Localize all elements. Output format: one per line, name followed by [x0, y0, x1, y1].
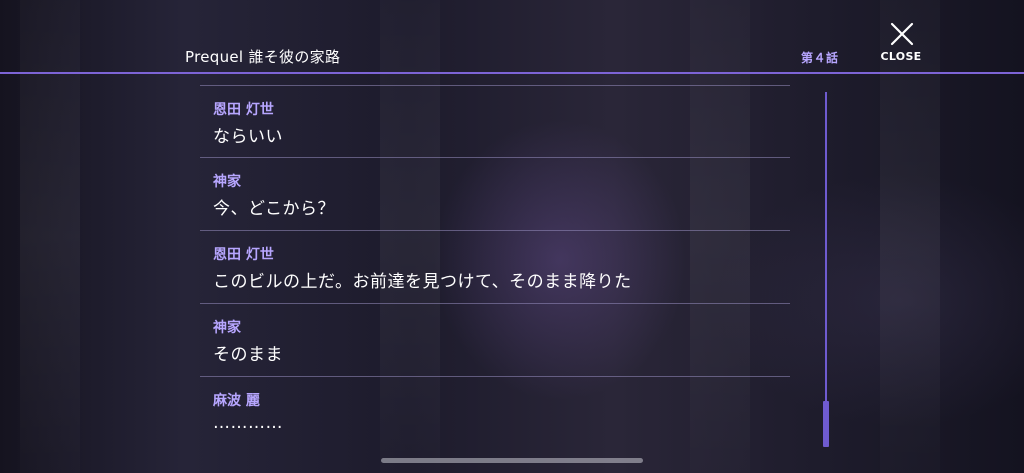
dialogue-text: 今、どこから？: [213, 199, 335, 219]
story-title: Prequel 誰そ彼の家路: [185, 48, 341, 66]
speaker-name: 恩田 灯世: [213, 247, 274, 263]
speaker-name: 恩田 灯世: [213, 102, 274, 118]
header-divider: [0, 72, 1024, 74]
log-entry: 麻波 麗 …………: [200, 376, 790, 449]
close-label: CLOSE: [880, 50, 922, 63]
dialogue-text: ならいい: [213, 127, 283, 147]
speaker-name: 麻波 麗: [213, 393, 260, 409]
speaker-name: 神家: [213, 320, 241, 336]
log-entry: 神家 今、どこから？: [200, 157, 790, 230]
dialogue-text: …………: [213, 413, 283, 433]
speaker-name: 神家: [213, 174, 241, 190]
dialogue-text: このビルの上だ。お前達を見つけて、そのまま降りた: [213, 272, 632, 292]
scrollbar-track[interactable]: [825, 92, 827, 447]
dialogue-log[interactable]: 恩田 灯世 ならいい 神家 今、どこから？ 恩田 灯世 このビルの上だ。お前達を…: [200, 85, 790, 449]
scrollbar-thumb[interactable]: [823, 401, 829, 447]
log-entry: 恩田 灯世 このビルの上だ。お前達を見つけて、そのまま降りた: [200, 230, 790, 303]
dialogue-text: そのまま: [213, 345, 283, 365]
close-button[interactable]: CLOSE: [876, 18, 926, 66]
log-entry: 神家 そのまま: [200, 303, 790, 376]
episode-label: 第４話: [801, 51, 839, 65]
log-entry: 恩田 灯世 ならいい: [200, 85, 790, 157]
log-header: Prequel 誰そ彼の家路 第４話 CLOSE: [0, 0, 1024, 73]
home-indicator[interactable]: [381, 458, 643, 463]
close-icon: [890, 22, 914, 46]
